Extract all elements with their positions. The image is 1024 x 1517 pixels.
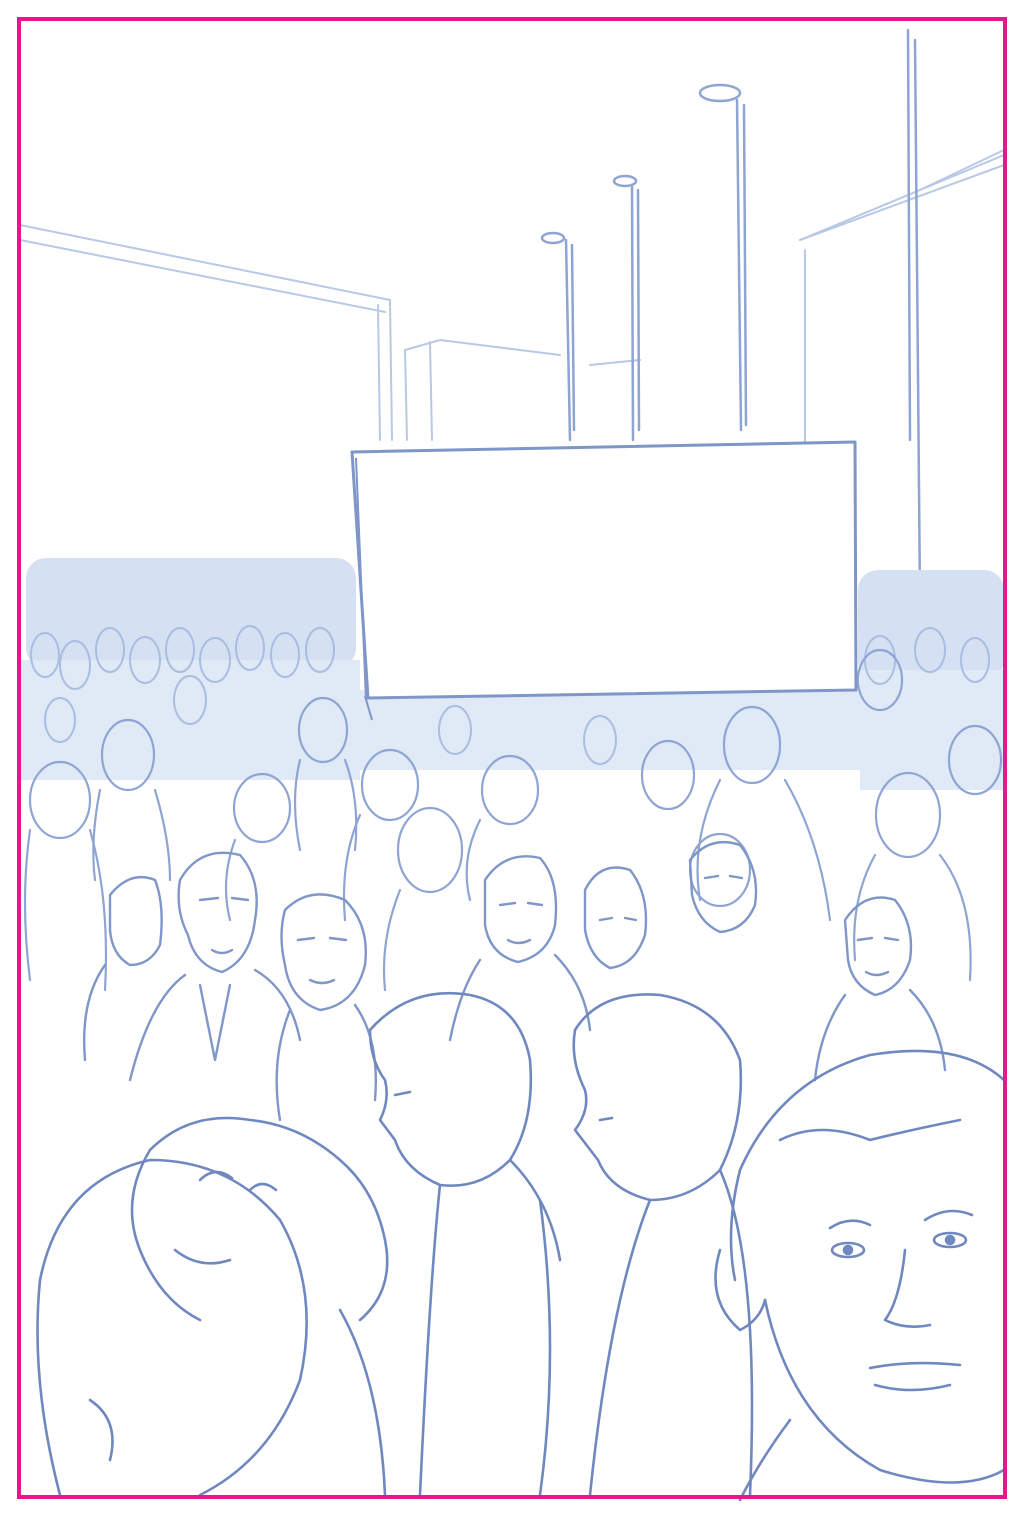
- person-mid-10: [853, 771, 972, 982]
- background-buildings: [19, 149, 1005, 446]
- blank-screen: [350, 440, 858, 721]
- lamp-post-1: [540, 231, 576, 442]
- person-row2-4: [583, 866, 648, 970]
- lamp-post-3: [698, 83, 748, 432]
- comic-page: [0, 0, 1024, 1517]
- lamp-post-2: [612, 174, 641, 442]
- crowd-sketch-illustration: [17, 17, 1007, 1502]
- person-front-back-head: [36, 1158, 308, 1497]
- tall-pole: [906, 28, 922, 602]
- person-row2-2: [275, 893, 378, 1122]
- person-mid-12: [382, 806, 464, 992]
- person-row2-6: [82, 875, 163, 1062]
- foreground-crowd: [36, 991, 1006, 1502]
- person-front-curly-hair: [130, 1116, 389, 1497]
- person-row2-1: [128, 851, 302, 1082]
- person-mid-6: [465, 754, 540, 902]
- person-front-profile-2: [572, 993, 754, 1497]
- person-front-profile-1: [368, 991, 562, 1497]
- person-front-main-face: [714, 1049, 1006, 1502]
- person-row2-3: [448, 855, 592, 1042]
